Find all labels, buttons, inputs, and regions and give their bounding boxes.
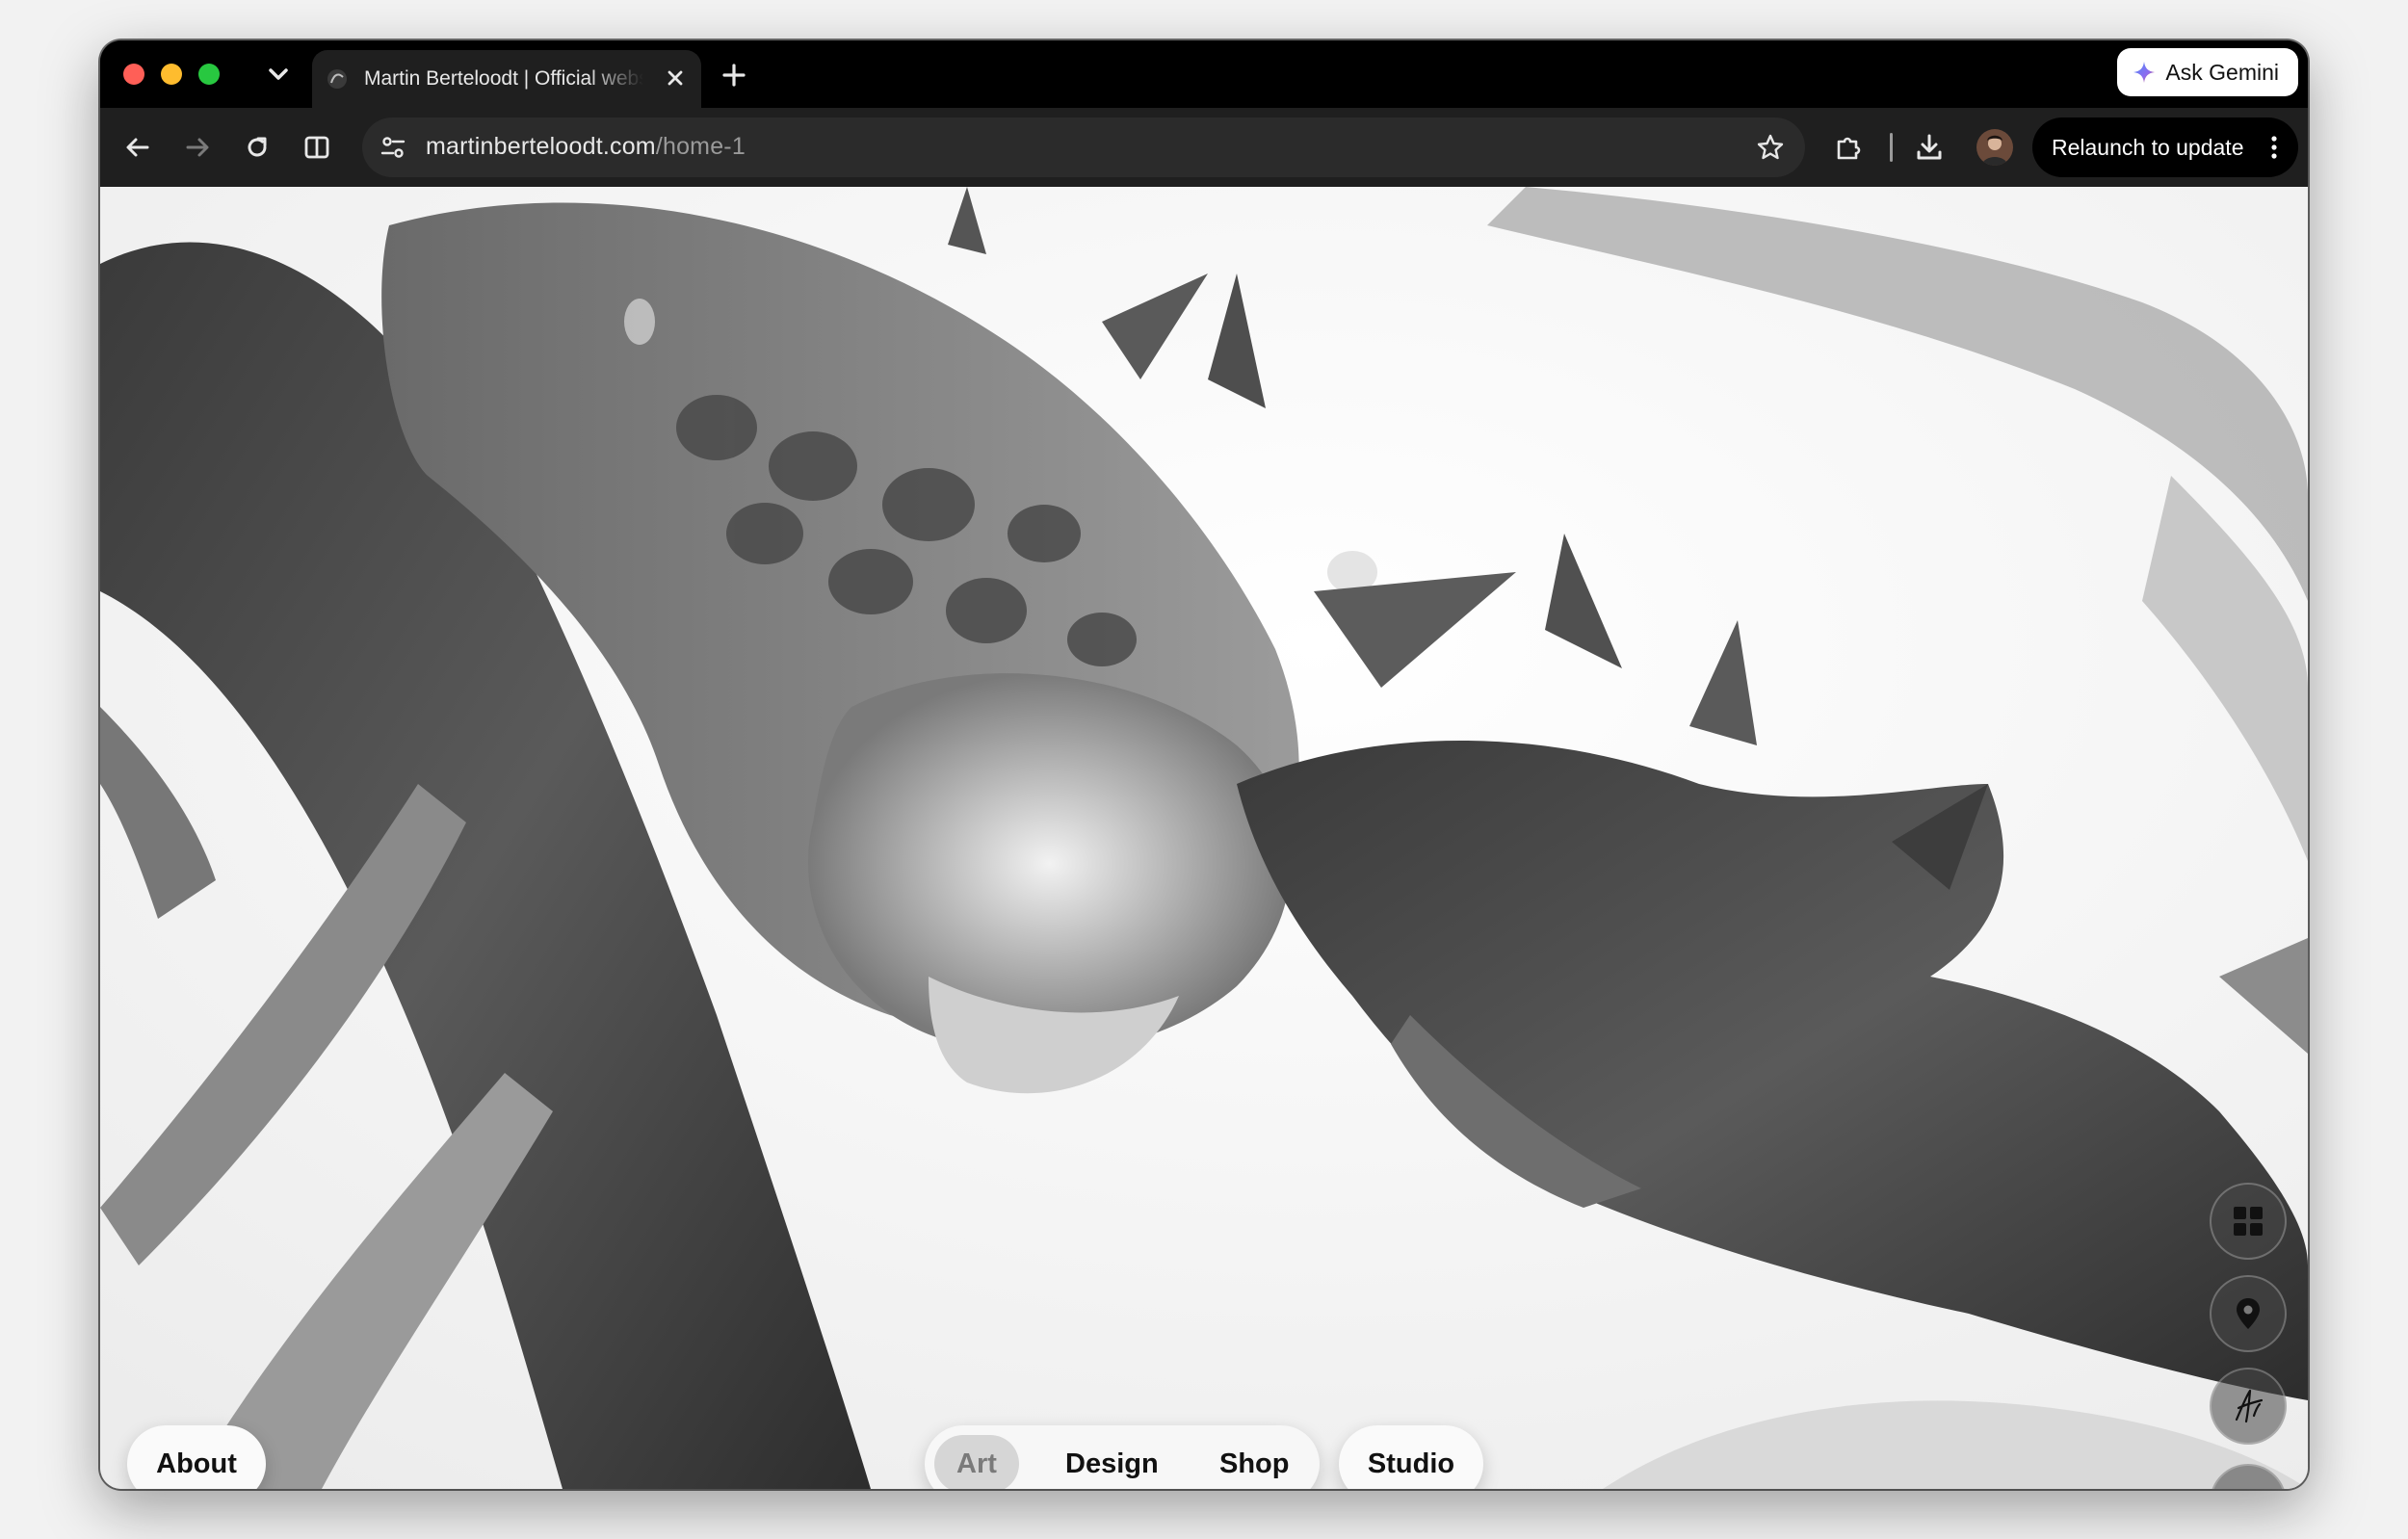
about-button[interactable]: About	[127, 1425, 266, 1489]
gemini-sparkle-icon	[2133, 62, 2156, 83]
tab-title: Martin Berteloodt | Official website	[364, 67, 643, 90]
bookmark-button[interactable]	[1753, 130, 1788, 165]
star-icon	[1757, 134, 1784, 160]
new-tab-icon[interactable]	[717, 58, 751, 92]
forward-button[interactable]	[179, 129, 216, 166]
extensions-button[interactable]	[1830, 129, 1867, 166]
maximize-window-button[interactable]	[198, 64, 220, 85]
toolbar-separator	[1890, 133, 1893, 162]
puzzle-icon	[1837, 137, 1861, 160]
minimize-window-button[interactable]	[161, 64, 182, 85]
relaunch-label: Relaunch to update	[2052, 134, 2244, 160]
profile-photo-icon	[1976, 129, 2013, 166]
split-view-icon	[304, 136, 329, 159]
ask-gemini-button[interactable]: Ask Gemini	[2117, 48, 2298, 96]
profile-avatar[interactable]	[1976, 129, 2013, 166]
back-button[interactable]	[119, 129, 156, 166]
section-nav: Art Design Shop	[925, 1425, 1320, 1489]
reload-button[interactable]	[239, 129, 275, 166]
hero-sculpture-image	[100, 187, 2308, 1489]
browser-toolbar: martinberteloodt.com/home-1 Relaunch to …	[100, 108, 2308, 187]
studio-button[interactable]: Studio	[1339, 1425, 1483, 1489]
about-label: About	[156, 1448, 237, 1479]
tab-strip: Martin Berteloodt | Official website Ask	[100, 40, 2308, 108]
url-path: /home-1	[655, 133, 746, 160]
site-favicon-icon	[327, 69, 347, 89]
split-view-button[interactable]	[299, 129, 335, 166]
location-button[interactable]	[2210, 1275, 2287, 1352]
page-viewport: About Art Design Shop Studio	[100, 187, 2308, 1489]
tune-icon	[380, 137, 406, 158]
studio-label: Studio	[1367, 1448, 1455, 1479]
location-pin-icon	[2237, 1298, 2260, 1329]
signature-button[interactable]	[2210, 1368, 2287, 1445]
ask-gemini-label: Ask Gemini	[2165, 59, 2279, 85]
arrow-right-icon	[186, 138, 209, 157]
browser-window: Martin Berteloodt | Official website Ask	[100, 40, 2308, 1489]
active-tab[interactable]: Martin Berteloodt | Official website	[312, 50, 701, 108]
url-domain: martinberteloodt.com	[426, 133, 656, 160]
grid-view-button[interactable]	[2210, 1183, 2287, 1260]
nav-art-label: Art	[956, 1448, 997, 1479]
nav-shop-label: Shop	[1219, 1448, 1290, 1479]
grid-icon	[2234, 1207, 2263, 1236]
chevron-down-icon	[269, 68, 288, 80]
downloads-button[interactable]	[1911, 129, 1948, 166]
tab-search-button[interactable]	[264, 58, 293, 91]
more-vertical-icon	[2271, 136, 2277, 159]
close-window-button[interactable]	[123, 64, 144, 85]
site-info-button[interactable]	[376, 130, 410, 165]
nav-design-label: Design	[1065, 1448, 1159, 1479]
nav-art-button[interactable]: Art	[934, 1435, 1019, 1489]
download-icon	[1917, 134, 1942, 160]
nav-shop-button[interactable]: Shop	[1219, 1425, 1290, 1489]
signature-icon	[2235, 1389, 2264, 1423]
close-tab-icon[interactable]	[661, 64, 690, 92]
relaunch-to-update-button[interactable]: Relaunch to update	[2032, 117, 2298, 177]
nav-design-button[interactable]: Design	[1065, 1425, 1159, 1489]
reload-icon	[248, 137, 267, 157]
address-bar[interactable]: martinberteloodt.com/home-1	[362, 117, 1805, 177]
url-text: martinberteloodt.com/home-1	[426, 133, 746, 161]
arrow-left-icon	[126, 138, 149, 157]
